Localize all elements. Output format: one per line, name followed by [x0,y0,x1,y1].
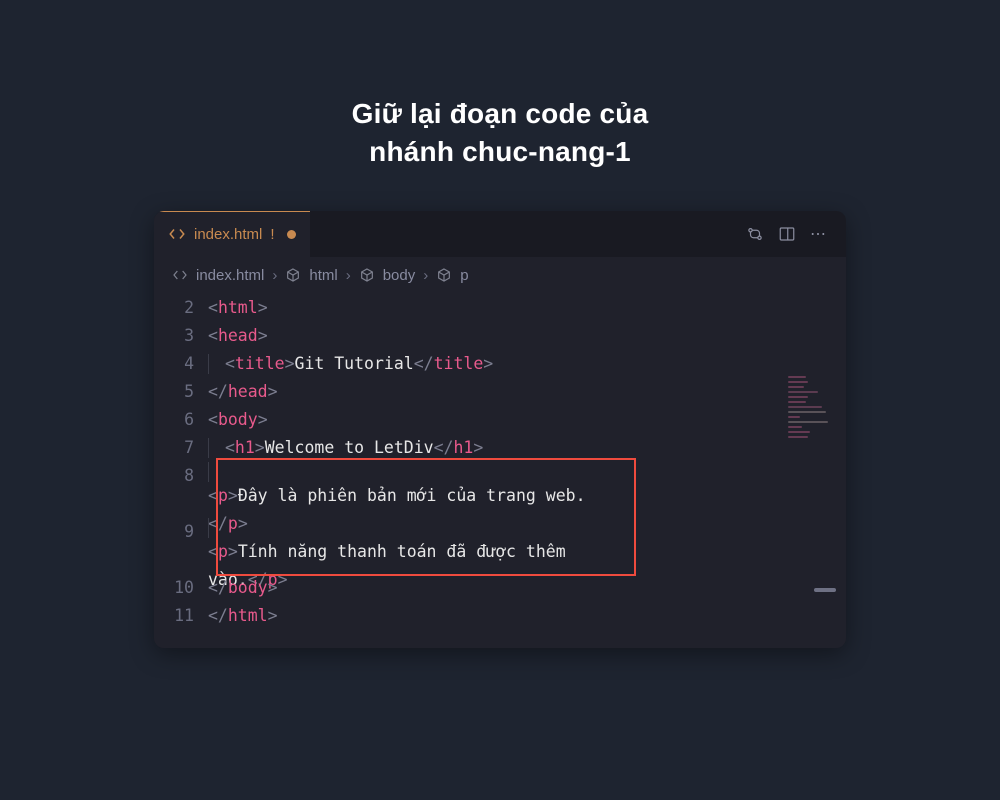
breadcrumb: index.html › html › body › p [154,257,846,290]
breadcrumb-item[interactable]: body [383,267,416,284]
heading-line-2: nhánh chuc-nang-1 [369,136,631,167]
code-line[interactable]: </html> [208,602,836,630]
breadcrumb-item[interactable]: p [460,267,468,284]
breadcrumb-item[interactable]: html [309,267,337,284]
minimap[interactable] [788,376,836,506]
split-panel-icon[interactable] [778,225,796,243]
cube-icon [436,267,452,283]
code-bracket-icon [168,225,186,243]
tab-flag: ! [270,226,274,243]
code-line[interactable]: <head> [208,322,836,350]
breadcrumb-separator: › [272,267,277,284]
code-content[interactable]: <html><head><title>Git Tutorial</title><… [208,294,846,630]
minimap-line [788,386,804,388]
code-line[interactable]: </head> [208,378,836,406]
compare-icon[interactable] [746,225,764,243]
minimap-line [788,436,808,438]
line-number: 3 [154,322,194,350]
line-number: 10 [154,574,194,602]
line-number: 5 [154,378,194,406]
line-number: 11 [154,602,194,630]
code-line[interactable]: <p>Đây là phiên bản mới của trang web.</… [208,462,836,518]
more-icon[interactable]: ⋯ [810,224,828,244]
minimap-line [788,421,828,423]
line-number: 9 [154,518,194,574]
tab-filename: index.html [194,226,262,243]
dirty-dot-icon [287,230,296,239]
heading-line-1: Giữ lại đoạn code của [352,98,649,129]
code-line[interactable]: <h1>Welcome to LetDiv</h1> [208,434,836,462]
minimap-line [788,426,802,428]
line-gutter: 234567891011 [154,294,208,630]
tab-index-html[interactable]: index.html ! [154,211,310,257]
minimap-line [788,381,808,383]
tab-bar: index.html ! ⋯ [154,211,846,257]
breadcrumb-item[interactable]: index.html [196,267,264,284]
code-line[interactable]: <title>Git Tutorial</title> [208,350,836,378]
cube-icon [359,267,375,283]
line-number: 8 [154,462,194,518]
scrollbar-marker[interactable] [814,588,836,592]
minimap-line [788,391,818,393]
minimap-line [788,406,822,408]
cube-icon [285,267,301,283]
breadcrumb-separator: › [423,267,428,284]
code-editor[interactable]: 234567891011 <html><head><title>Git Tuto… [154,290,846,648]
minimap-line [788,431,810,433]
line-number: 7 [154,434,194,462]
minimap-line [788,401,806,403]
breadcrumb-separator: › [346,267,351,284]
page-title: Giữ lại đoạn code của nhánh chuc-nang-1 [352,95,649,171]
minimap-line [788,416,800,418]
code-bracket-icon [172,267,188,283]
code-line[interactable]: <html> [208,294,836,322]
code-line[interactable]: </body> [208,574,836,602]
line-number: 4 [154,350,194,378]
titlebar-actions: ⋯ [746,224,840,244]
minimap-line [788,411,826,413]
minimap-line [788,396,808,398]
code-line[interactable]: <body> [208,406,836,434]
line-number: 6 [154,406,194,434]
line-number: 2 [154,294,194,322]
minimap-line [788,376,806,378]
editor-window: index.html ! ⋯ index.html › html › body › p 23… [154,211,846,648]
